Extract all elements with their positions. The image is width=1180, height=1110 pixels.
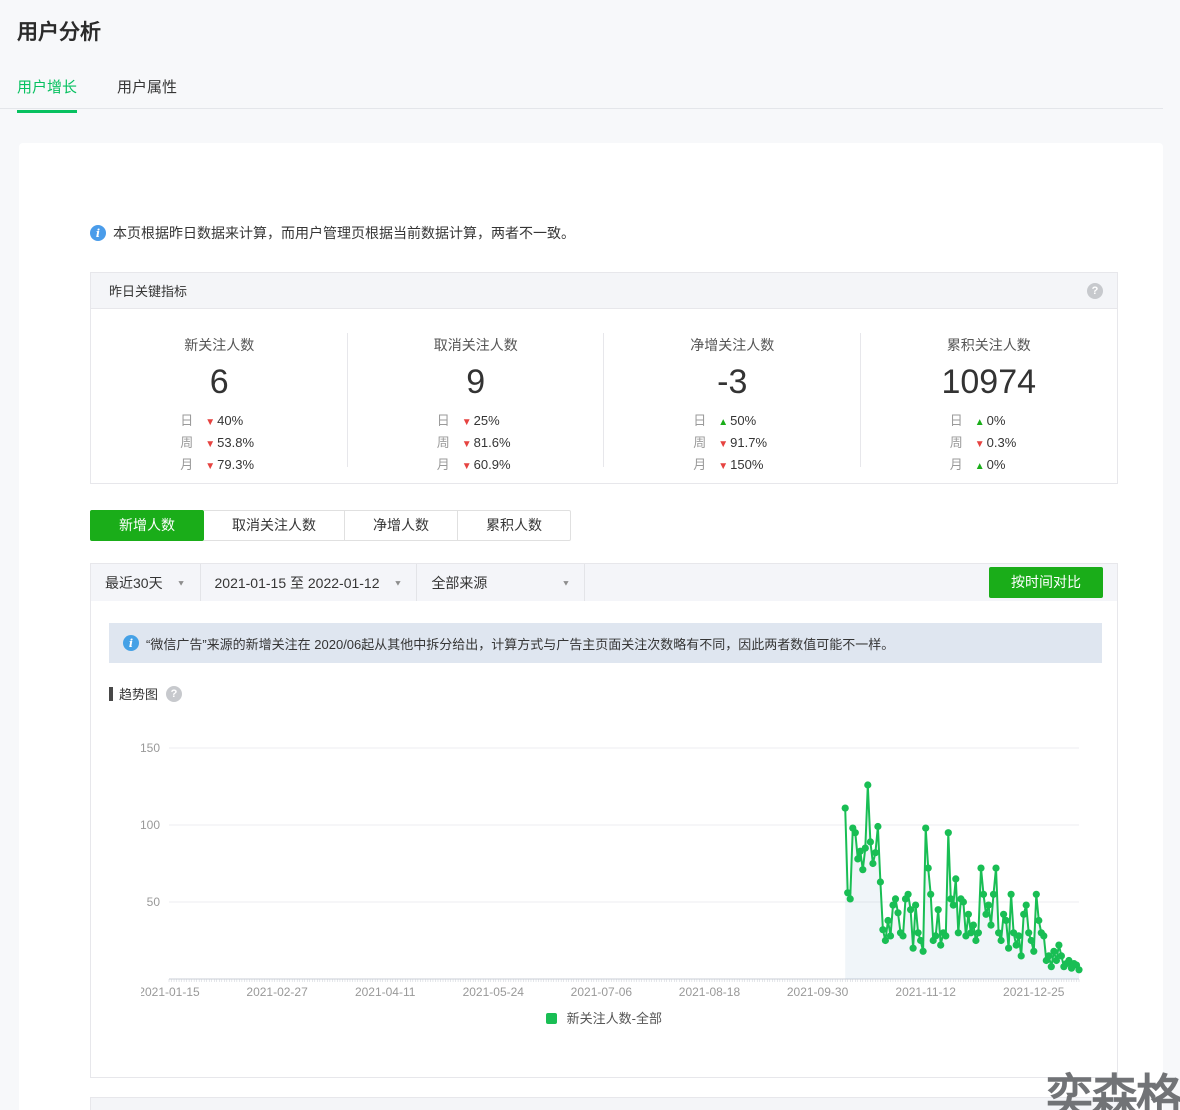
svg-text:50: 50 [147, 895, 161, 909]
metric-card-1: 取消关注人数 9 日▼25%周▼81.6%月▼60.9% [348, 309, 605, 483]
date-range-value: 2021-01-15 至 2022-01-12 [215, 573, 380, 593]
metric-card-2: 净增关注人数 -3 日▲50%周▼91.7%月▼150% [604, 309, 861, 483]
svg-text:150: 150 [141, 741, 160, 755]
arrow-down-icon: ▼ [205, 439, 215, 450]
arrow-down-icon: ▼ [975, 439, 985, 450]
page-header: 用户分析 [0, 0, 1180, 46]
arrow-down-icon: ▼ [718, 461, 728, 472]
wechat-ads-banner-text: “微信广告”来源的新增关注在 2020/06起从其他中拆分给出，计算方式与广告主… [146, 634, 894, 653]
chart-tab-0[interactable]: 新增人数 [90, 510, 204, 541]
metric-trend-row: 月▲0% [950, 455, 1028, 477]
main-card: i 本页根据昨日数据来计算，而用户管理页根据当前数据计算，两者不一致。 昨日关键… [19, 143, 1163, 1110]
chevron-down-icon: ▼ [177, 578, 186, 587]
chart-tab-2[interactable]: 净增人数 [345, 510, 458, 541]
arrow-down-icon: ▼ [718, 439, 728, 450]
metric-label: 新关注人数 [91, 335, 348, 355]
key-metrics-header: 昨日关键指标 ? [91, 273, 1117, 309]
metric-trend-row: 月▼79.3% [180, 455, 258, 477]
metric-value: 9 [348, 363, 605, 401]
compare-by-time-button[interactable]: 按时间对比 [989, 567, 1103, 598]
arrow-up-icon: ▲ [975, 417, 985, 428]
metric-tab-group: 新增人数取消关注人数净增人数累积人数 [90, 510, 571, 541]
range-dropdown[interactable]: 最近30天 ▼ [91, 564, 201, 601]
top-tab-1[interactable]: 用户属性 [117, 76, 177, 110]
metric-trend-row: 日▼25% [437, 411, 515, 433]
metric-trend-row: 周▼81.6% [437, 433, 515, 455]
info-icon: i [123, 635, 139, 651]
section-marker [109, 687, 113, 701]
svg-text:2021-05-24: 2021-05-24 [463, 985, 525, 999]
svg-text:2021-01-15: 2021-01-15 [141, 985, 200, 999]
calc-notice: i 本页根据昨日数据来计算，而用户管理页根据当前数据计算，两者不一致。 [90, 223, 575, 243]
metric-value: 6 [91, 363, 348, 401]
metric-value: -3 [604, 363, 861, 401]
svg-text:2021-12-25: 2021-12-25 [1003, 985, 1065, 999]
arrow-down-icon: ▼ [462, 417, 472, 428]
metric-trend-row: 月▼60.9% [437, 455, 515, 477]
source-dropdown[interactable]: 全部来源 ▼ [417, 564, 585, 601]
svg-text:2021-04-11: 2021-04-11 [355, 985, 416, 999]
trend-chart-panel: 最近30天 ▼ 2021-01-15 至 2022-01-12 ▼ 全部来源 ▼… [90, 563, 1118, 1078]
top-tab-bar: 用户增长用户属性 [0, 76, 1163, 109]
key-metrics-body: 新关注人数 6 日▼40%周▼53.8%月▼79.3% 取消关注人数 9 日▼25%周▼8… [91, 309, 1117, 483]
arrow-down-icon: ▼ [205, 461, 215, 472]
source-dropdown-value: 全部来源 [431, 573, 487, 593]
arrow-down-icon: ▼ [462, 439, 472, 450]
range-dropdown-value: 最近30天 [105, 573, 163, 593]
help-icon[interactable]: ? [1087, 283, 1103, 299]
metric-card-0: 新关注人数 6 日▼40%周▼53.8%月▼79.3% [91, 309, 348, 483]
watermark: 奕森格 [1046, 1058, 1180, 1110]
metric-label: 净增关注人数 [604, 335, 861, 355]
metric-trend-row: 周▼53.8% [180, 433, 258, 455]
legend-swatch [546, 1013, 557, 1024]
chart-legend: 新关注人数-全部 [91, 1008, 1117, 1027]
chart-tab-3[interactable]: 累积人数 [458, 510, 571, 541]
metric-card-3: 累积关注人数 10974 日▲0%周▼0.3%月▲0% [861, 309, 1118, 483]
svg-text:2021-07-06: 2021-07-06 [571, 985, 633, 999]
trend-section-header: 趋势图 ? [109, 684, 1117, 703]
arrow-down-icon: ▼ [205, 417, 215, 428]
metric-trend-row: 日▲0% [950, 411, 1028, 433]
arrow-down-icon: ▼ [462, 461, 472, 472]
svg-text:2021-09-30: 2021-09-30 [787, 985, 849, 999]
metric-trend-row: 周▼91.7% [693, 433, 771, 455]
metric-trend-row: 月▼150% [693, 455, 771, 477]
page-title: 用户分析 [17, 16, 1180, 46]
svg-text:100: 100 [141, 818, 160, 832]
metric-label: 取消关注人数 [348, 335, 605, 355]
chevron-down-icon: ▼ [562, 578, 571, 587]
arrow-up-icon: ▲ [718, 417, 728, 428]
arrow-up-icon: ▲ [975, 461, 985, 472]
trend-line-chart[interactable]: 50 100 150 2021-01-15 2021-02-27 2021-04-11 20… [141, 735, 1091, 1001]
info-icon: i [90, 225, 106, 241]
date-range-dropdown[interactable]: 2021-01-15 至 2022-01-12 ▼ [201, 564, 418, 601]
svg-text:2021-11-12: 2021-11-12 [895, 985, 956, 999]
metric-label: 累积关注人数 [861, 335, 1118, 355]
help-icon[interactable]: ? [166, 686, 182, 702]
chart-tab-1[interactable]: 取消关注人数 [204, 510, 345, 541]
wechat-ads-banner: i “微信广告”来源的新增关注在 2020/06起从其他中拆分给出，计算方式与广… [109, 623, 1102, 663]
metric-value: 10974 [861, 363, 1118, 401]
filter-bar: 最近30天 ▼ 2021-01-15 至 2022-01-12 ▼ 全部来源 ▼… [91, 564, 1117, 601]
calc-notice-text: 本页根据昨日数据来计算，而用户管理页根据当前数据计算，两者不一致。 [113, 223, 575, 243]
top-tab-0[interactable]: 用户增长 [17, 76, 77, 113]
legend-label: 新关注人数-全部 [567, 1011, 662, 1026]
key-metrics-title: 昨日关键指标 [109, 281, 187, 300]
key-metrics-panel: 昨日关键指标 ? 新关注人数 6 日▼40%周▼53.8%月▼79.3% 取消关注人数… [90, 272, 1118, 484]
metric-trend-row: 日▲50% [693, 411, 771, 433]
svg-text:2021-08-18: 2021-08-18 [679, 985, 741, 999]
metric-trend-row: 日▼40% [180, 411, 258, 433]
svg-text:2021-02-27: 2021-02-27 [246, 985, 308, 999]
metric-trend-row: 周▼0.3% [950, 433, 1028, 455]
trend-section-title: 趋势图 [119, 684, 158, 703]
next-section-header [90, 1097, 1118, 1110]
chevron-down-icon: ▼ [394, 578, 403, 587]
